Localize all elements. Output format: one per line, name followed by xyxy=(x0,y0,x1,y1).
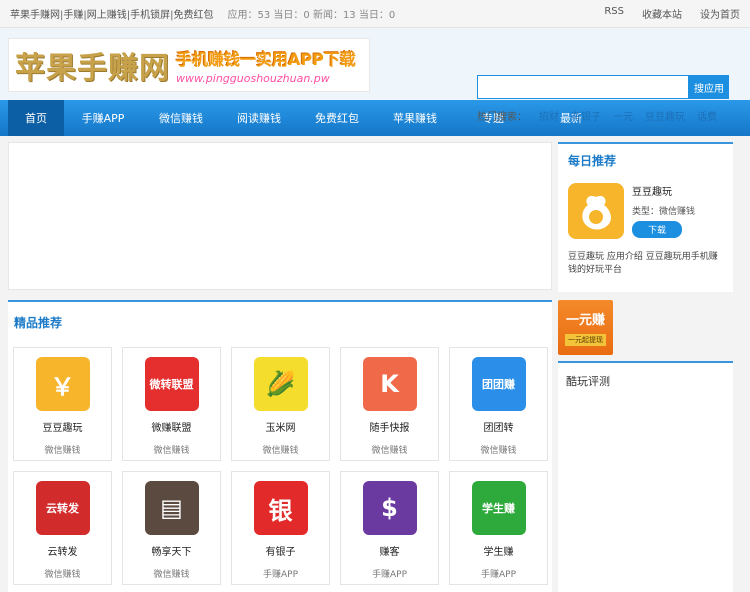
hot-item[interactable]: 一元 xyxy=(613,108,633,123)
top-link-redpacket[interactable]: 免费红包 xyxy=(174,10,214,21)
app-name[interactable]: 随手快报 xyxy=(370,419,410,434)
bookmark-link[interactable]: 收藏本站 xyxy=(642,6,682,21)
app-name[interactable]: 畅享天下 xyxy=(152,543,192,558)
site-logo[interactable]: 苹果手赚网 手机赚钱一实用APP下载 www.pingguoshouzhuan.… xyxy=(8,38,370,92)
set-homepage-link[interactable]: 设为首页 xyxy=(700,6,740,21)
hot-searches: 热门搜索： 招财 有银子 一元 豆豆趣玩 话费 xyxy=(477,108,717,123)
hot-item[interactable]: 有银子 xyxy=(571,108,601,123)
hot-item[interactable]: 豆豆趣玩 xyxy=(645,108,685,123)
logo-tagline: 手机赚钱一实用APP下载 www.pingguoshouzhuan.pw xyxy=(176,46,356,85)
app-category: 手赚APP xyxy=(262,570,298,580)
frog-icon[interactable]: 学生赚 xyxy=(471,481,526,535)
hot-item[interactable]: 话费 xyxy=(697,108,717,123)
daily-pick: 每日推荐 豆豆趣玩 类型：微信赚钱 下载 豆豆趣玩 应用介绍 豆豆趣玩用手机赚钱… xyxy=(558,142,733,292)
app-name[interactable]: 微赚联盟 xyxy=(152,419,192,434)
app-name[interactable]: 赚客 xyxy=(380,543,400,558)
daily-app: 豆豆趣玩 类型：微信赚钱 下载 xyxy=(568,183,723,239)
app-category: 手赚APP xyxy=(480,570,516,580)
app-card[interactable]: 学生赚 学生赚 手赚APP xyxy=(449,471,548,585)
banner-area xyxy=(8,142,552,290)
app-category: 微信赚钱 xyxy=(262,446,299,456)
document-icon[interactable]: ▤ xyxy=(144,481,199,535)
app-category: 微信赚钱 xyxy=(153,570,190,580)
search-input[interactable] xyxy=(477,75,689,99)
top-bar: 苹果手赚网|手赚|网上赚钱|手机锁屏|免费红包 应用：53 当日：0 新闻：13… xyxy=(0,0,750,28)
app-name[interactable]: 团团转 xyxy=(484,419,514,434)
app-category: 手赚APP xyxy=(371,570,407,580)
app-category: 微信赚钱 xyxy=(44,570,81,580)
daily-app-type: 类型：微信赚钱 xyxy=(632,207,696,217)
site-stats: 应用：53 当日：0 新闻：13 当日：0 xyxy=(227,10,396,21)
yiyuan-ad[interactable]: 一元赚 一元起提现 xyxy=(558,300,613,355)
nav-wechat[interactable]: 微信赚钱 xyxy=(142,100,220,136)
app-category: 微信赚钱 xyxy=(153,446,190,456)
app-card[interactable]: 团团赚团团转微信赚钱 xyxy=(449,347,548,461)
main-content: 精品推荐 ￥ 豆豆趣玩 微信赚钱 微转联盟 微赚联盟 微信赚钱 🌽 玉米网 微信赚钱 K 随手快报微… xyxy=(8,142,552,592)
sidebar: 每日推荐 豆豆趣玩 类型：微信赚钱 下载 豆豆趣玩 应用介绍 豆豆趣玩用手机赚钱… xyxy=(558,142,733,592)
app-name[interactable]: 玉米网 xyxy=(266,419,296,434)
top-right-links: RSS 收藏本站 设为首页 xyxy=(604,6,740,21)
nav-shouzhuan-app[interactable]: 手赚APP xyxy=(64,100,142,136)
logo-title: 苹果手赚网 xyxy=(15,51,170,86)
ad-title: 一元赚 xyxy=(565,313,605,328)
app-category: 微信赚钱 xyxy=(44,446,81,456)
top-links-group: 苹果手赚网|手赚|网上赚钱|手机锁屏|免费红包 xyxy=(10,10,214,21)
top-link-site[interactable]: 苹果手赚网 xyxy=(10,10,60,21)
daily-app-name[interactable]: 豆豆趣玩 xyxy=(632,183,695,198)
app-grid: ￥ 豆豆趣玩 微信赚钱 微转联盟 微赚联盟 微信赚钱 🌽 玉米网 微信赚钱 K 随手快报 微信赚钱 团团… xyxy=(13,347,552,585)
weizhuan-icon[interactable]: 微转联盟 xyxy=(144,357,199,411)
corn-icon[interactable]: 🌽 xyxy=(253,357,308,411)
app-card[interactable]: $ 赚客手赚APP xyxy=(340,471,439,585)
nav-apple[interactable]: 苹果赚钱 xyxy=(376,100,454,136)
yunzhuan-icon[interactable]: 云转发 xyxy=(35,481,90,535)
logo-url: www.pingguoshouzhuan.pw xyxy=(176,71,330,85)
coin-bag-glyph xyxy=(582,195,611,230)
app-name[interactable]: 有银子 xyxy=(266,543,296,558)
review-section: 酷玩评测 xyxy=(558,361,733,592)
app-category: 微信赚钱 xyxy=(371,446,408,456)
app-card[interactable]: ▤ 畅享天下微信赚钱 xyxy=(122,471,221,585)
hot-item[interactable]: 招财 xyxy=(539,108,559,123)
search-button[interactable]: 搜应用 xyxy=(689,75,729,99)
app-name[interactable]: 学生赚 xyxy=(484,543,514,558)
app-category: 微信赚钱 xyxy=(480,446,517,456)
top-links: 苹果手赚网|手赚|网上赚钱|手机锁屏|免费红包 应用：53 当日：0 新闻：13… xyxy=(10,6,395,21)
featured-section: 精品推荐 ￥ 豆豆趣玩 微信赚钱 微转联盟 微赚联盟 微信赚钱 🌽 玉米网 微信赚钱 K 随手快报微… xyxy=(8,300,552,592)
daily-info: 豆豆趣玩 类型：微信赚钱 下载 xyxy=(632,183,695,239)
download-button[interactable]: 下载 xyxy=(632,221,683,238)
app-card[interactable]: 银有银子手赚APP xyxy=(231,471,330,585)
app-card[interactable]: ￥ 豆豆趣玩微信赚钱 xyxy=(13,347,112,461)
search-box: 搜应用 xyxy=(477,75,729,99)
app-name[interactable]: 云转发 xyxy=(48,543,78,558)
tuantuan-icon[interactable]: 团团赚 xyxy=(471,357,526,411)
logo-slogan: 手机赚钱一实用APP下载 xyxy=(176,49,356,69)
nav-reading[interactable]: 阅读赚钱 xyxy=(220,100,298,136)
yin-icon[interactable]: 银 xyxy=(253,481,308,535)
coin-bag-icon[interactable]: ￥ xyxy=(35,357,90,411)
header: 苹果手赚网 手机赚钱一实用APP下载 www.pingguoshouzhuan.… xyxy=(0,28,750,123)
app-card[interactable]: 🌽 玉米网微信赚钱 xyxy=(231,347,330,461)
app-card[interactable]: 微转联盟微赚联盟微信赚钱 xyxy=(122,347,221,461)
ad-subtitle: 一元起提现 xyxy=(565,334,606,346)
daily-description: 豆豆趣玩 应用介绍 豆豆趣玩用手机赚钱的好玩平台 xyxy=(568,252,718,275)
rss-link[interactable]: RSS xyxy=(604,6,624,21)
nav-redpacket[interactable]: 免费红包 xyxy=(298,100,376,136)
top-link-lockscreen[interactable]: 手机锁屏 xyxy=(130,10,170,21)
businessman-icon[interactable]: $ xyxy=(362,481,417,535)
hot-label: 热门搜索： xyxy=(477,112,527,123)
app-card[interactable]: K 随手快报微信赚钱 xyxy=(340,347,439,461)
top-link-shouzhuan[interactable]: 手赚 xyxy=(63,10,83,21)
k-logo-icon[interactable]: K xyxy=(362,357,417,411)
app-card[interactable]: 云转发 云转发 微信赚钱 xyxy=(13,471,112,585)
app-name[interactable]: 豆豆趣玩 xyxy=(43,419,83,434)
section-title: 精品推荐 xyxy=(14,316,63,330)
daily-title: 每日推荐 xyxy=(568,154,617,168)
top-link-online[interactable]: 网上赚钱 xyxy=(87,10,127,21)
coin-bag-icon[interactable] xyxy=(568,183,624,239)
review-title: 酷玩评测 xyxy=(566,375,610,388)
nav-home[interactable]: 首页 xyxy=(8,100,64,136)
